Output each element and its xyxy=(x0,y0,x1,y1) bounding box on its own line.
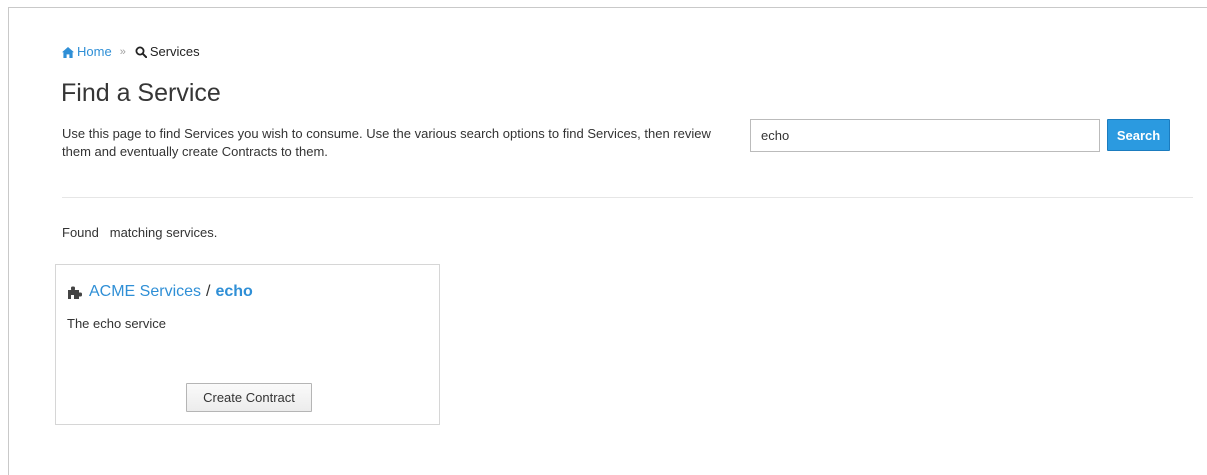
divider xyxy=(62,197,1193,198)
breadcrumb-home-link[interactable]: Home xyxy=(62,44,112,60)
service-card: ACME Services / echo The echo service Cr… xyxy=(55,264,440,425)
results-summary: Found matching services. xyxy=(62,225,217,241)
breadcrumb-home-label: Home xyxy=(77,44,112,59)
home-icon xyxy=(62,46,74,58)
breadcrumb-current-label: Services xyxy=(149,44,200,59)
title-separator: / xyxy=(206,283,211,300)
breadcrumb: Home » Services xyxy=(62,44,200,60)
page-title: Find a Service xyxy=(61,79,221,107)
service-link[interactable]: echo xyxy=(215,282,252,302)
search-icon xyxy=(135,46,147,58)
puzzle-piece-icon xyxy=(68,286,82,299)
search-button[interactable]: Search xyxy=(1107,119,1170,151)
service-description: The echo service xyxy=(67,316,166,331)
create-contract-button[interactable]: Create Contract xyxy=(186,383,312,412)
results-summary-suffix: matching services. xyxy=(109,225,218,240)
results-summary-prefix: Found xyxy=(62,225,99,240)
search-input[interactable] xyxy=(750,119,1100,152)
breadcrumb-separator: » xyxy=(119,46,126,58)
breadcrumb-current: Services xyxy=(135,44,200,60)
organization-link[interactable]: ACME Services xyxy=(89,282,201,302)
service-card-title: ACME Services / echo xyxy=(67,282,253,302)
page-description: Use this page to find Services you wish … xyxy=(62,126,711,159)
